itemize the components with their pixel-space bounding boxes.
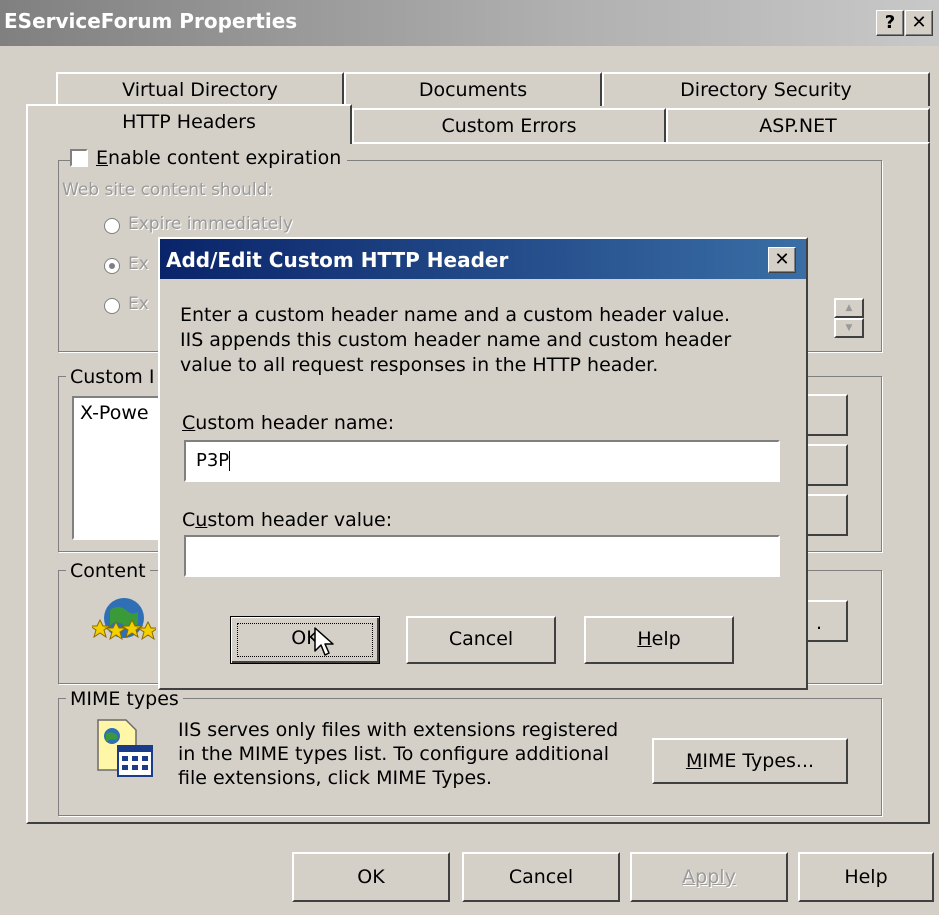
expire-after-label: Ex <box>128 254 149 274</box>
expire-on-radio[interactable] <box>104 298 120 314</box>
dialog-help-key: H <box>637 628 652 650</box>
tab-documents[interactable]: Documents <box>344 72 602 106</box>
tab-http-headers[interactable]: HTTP Headers <box>26 104 352 144</box>
mime-description-line: in the MIME types list. To configure add… <box>178 743 610 765</box>
help-footer-button[interactable]: Help <box>798 852 934 902</box>
dialog-instructions: Enter a custom header name and a custom … <box>180 303 731 378</box>
expire-on-label: Ex <box>128 294 149 314</box>
mime-types-legend: MIME types <box>66 688 183 710</box>
mime-description: IIS serves only files with extensions re… <box>178 718 618 790</box>
spinner-down-icon[interactable]: ▼ <box>834 318 864 338</box>
header-value-label: Custom header value: <box>182 509 392 531</box>
tab-asp-net[interactable]: ASP.NET <box>666 108 930 142</box>
apply-button[interactable]: Apply <box>630 852 788 902</box>
dialog-close-icon[interactable]: ✕ <box>768 247 796 273</box>
expiration-subheading: Web site content should: <box>62 180 274 200</box>
instruction-line: Enter a custom header name and a custom … <box>180 304 731 326</box>
mime-types-icon <box>92 716 156 780</box>
enable-expiration-label: nable content expiration <box>108 147 342 169</box>
enable-expiration-label-key: E <box>96 147 109 169</box>
dialog-title-bar: Add/Edit Custom HTTP Header ✕ <box>160 239 806 279</box>
expire-immediately-label: Expire immediately <box>128 214 293 234</box>
header-value-label-pre: C <box>182 509 196 531</box>
header-value-label-key: u <box>195 509 208 531</box>
dialog-help-label: elp <box>651 628 681 650</box>
dialog-title: Add/Edit Custom HTTP Header <box>166 248 509 272</box>
cancel-button[interactable]: Cancel <box>462 852 620 902</box>
content-rating-legend: Content <box>66 560 150 582</box>
dialog-ok-label: OK <box>231 617 379 663</box>
dialog-help-button[interactable]: Help <box>584 616 734 664</box>
header-value-label-text: stom header value: <box>207 509 393 531</box>
mime-types-button[interactable]: MIME Types... <box>652 738 848 784</box>
expire-after-radio[interactable] <box>104 258 120 274</box>
mime-description-line: file extensions, click MIME Types. <box>178 767 493 789</box>
expiration-checkbox-row[interactable]: Enable content expiration <box>70 147 348 169</box>
dialog-ok-button[interactable]: OK <box>230 616 380 664</box>
close-icon[interactable]: ✕ <box>905 10 933 36</box>
content-rating-icon <box>88 590 160 646</box>
tab-directory-security[interactable]: Directory Security <box>602 72 930 106</box>
header-name-label-text: ustom header name: <box>195 412 395 434</box>
enable-expiration-checkbox[interactable] <box>70 149 88 167</box>
add-edit-header-dialog: Add/Edit Custom HTTP Header ✕ Enter a cu… <box>158 237 808 690</box>
window-title: EServiceForum Properties <box>4 9 298 33</box>
text-caret <box>229 451 231 471</box>
instruction-line: IIS appends this custom header name and … <box>180 329 732 351</box>
expire-immediately-radio[interactable] <box>104 218 120 234</box>
date-spinner[interactable]: ▲ ▼ <box>834 298 864 338</box>
mime-types-button-key: M <box>685 750 703 772</box>
header-name-value: P3P <box>196 450 230 471</box>
window-title-bar: EServiceForum Properties ? ✕ <box>0 0 939 46</box>
dialog-cancel-button[interactable]: Cancel <box>406 616 556 664</box>
header-name-label: Custom header name: <box>182 412 394 434</box>
mime-description-line: IIS serves only files with extensions re… <box>178 719 619 741</box>
instruction-line: value to all request responses in the HT… <box>180 354 659 376</box>
header-name-input[interactable]: P3P <box>184 440 780 482</box>
mime-types-button-label: IME Types... <box>702 750 815 772</box>
spinner-up-icon[interactable]: ▲ <box>834 298 864 318</box>
tab-custom-errors[interactable]: Custom Errors <box>352 108 666 142</box>
tab-virtual-directory[interactable]: Virtual Directory <box>56 72 344 106</box>
custom-headers-legend: Custom I <box>66 366 159 388</box>
header-name-label-key: C <box>182 412 196 434</box>
ok-button[interactable]: OK <box>292 852 450 902</box>
mouse-pointer-icon <box>314 627 336 664</box>
help-button[interactable]: ? <box>876 10 904 36</box>
header-value-input[interactable] <box>184 535 780 577</box>
